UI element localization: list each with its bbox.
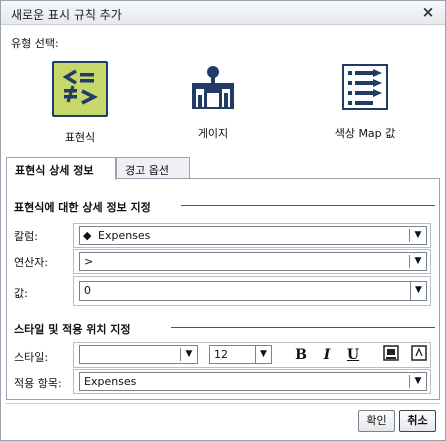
close-icon[interactable]: × — [419, 3, 437, 21]
font-select[interactable]: ▼ — [79, 345, 198, 364]
add-display-rule-dialog: 새로운 표시 규칙 추가 × 유형 선택: 표현식 게이지 색상 Map 값 표… — [0, 0, 446, 441]
column-label: 칼럼: — [14, 230, 38, 243]
value-input[interactable]: 0 ▼ — [79, 281, 427, 301]
type-option-label: 게이지 — [197, 127, 229, 140]
style-section-title: 스타일 및 적용 위치 지정 — [14, 323, 131, 336]
title-bar: 새로운 표시 규칙 추가 × — [1, 1, 445, 25]
font-color-icon — [411, 345, 427, 361]
chevron-down-icon[interactable]: ▼ — [410, 227, 426, 244]
type-option-color-map[interactable]: 색상 Map 값 — [305, 61, 425, 141]
type-option-expression[interactable]: 표현식 — [20, 61, 140, 145]
font-color-button[interactable] — [409, 345, 429, 365]
operator-select[interactable]: > ▼ — [79, 252, 427, 271]
expression-section-title: 표현식에 대한 상세 정보 지정 — [14, 201, 151, 214]
apply-to-label: 적용 항목: — [14, 377, 62, 390]
background-color-icon — [383, 345, 399, 361]
type-option-label: 색상 Map 값 — [334, 127, 396, 140]
gauge-icon — [187, 61, 239, 113]
bold-button[interactable]: B — [291, 345, 311, 365]
value-value: 0 — [84, 284, 91, 297]
value-label: 값: — [14, 287, 28, 300]
type-option-gauge[interactable]: 게이지 — [153, 61, 273, 141]
tab-warning-options[interactable]: 경고 옵션 — [116, 157, 190, 179]
footer-divider — [6, 403, 440, 404]
underline-button[interactable]: U — [343, 345, 363, 365]
tab-expression-details[interactable]: 표현식 상세 정보 — [6, 157, 116, 180]
operator-label: 연산자: — [14, 256, 49, 269]
chevron-down-icon[interactable]: ▼ — [410, 253, 426, 270]
apply-to-select[interactable]: Expenses ▼ — [79, 372, 427, 391]
dialog-title: 새로운 표시 규칙 추가 — [11, 8, 122, 22]
expression-icon — [52, 61, 108, 117]
type-option-label: 표현식 — [64, 131, 96, 144]
ok-button[interactable]: 확인 — [358, 410, 395, 432]
font-size-value: 12 — [214, 348, 228, 361]
background-color-button[interactable] — [381, 345, 401, 365]
italic-button[interactable]: I — [317, 345, 337, 365]
style-label: 스타일: — [14, 351, 49, 364]
type-select-label: 유형 선택: — [11, 37, 59, 50]
operator-value: > — [84, 255, 94, 268]
cancel-button[interactable]: 취소 — [399, 410, 436, 432]
column-select[interactable]: Expenses ◆ ▼ — [79, 226, 427, 245]
chevron-down-icon[interactable]: ▼ — [181, 346, 197, 363]
column-type-icon: ◆ — [83, 229, 92, 242]
section-divider — [181, 205, 435, 206]
chevron-down-icon[interactable]: ▼ — [410, 373, 426, 390]
chevron-down-icon[interactable]: ▼ — [255, 346, 271, 363]
color-map-icon — [339, 61, 391, 113]
apply-to-value: Expenses — [84, 375, 137, 388]
chevron-down-icon[interactable]: ▼ — [410, 282, 426, 300]
column-value: Expenses — [98, 229, 151, 242]
section-divider — [171, 327, 435, 328]
font-size-select[interactable]: 12 ▼ — [209, 345, 272, 364]
